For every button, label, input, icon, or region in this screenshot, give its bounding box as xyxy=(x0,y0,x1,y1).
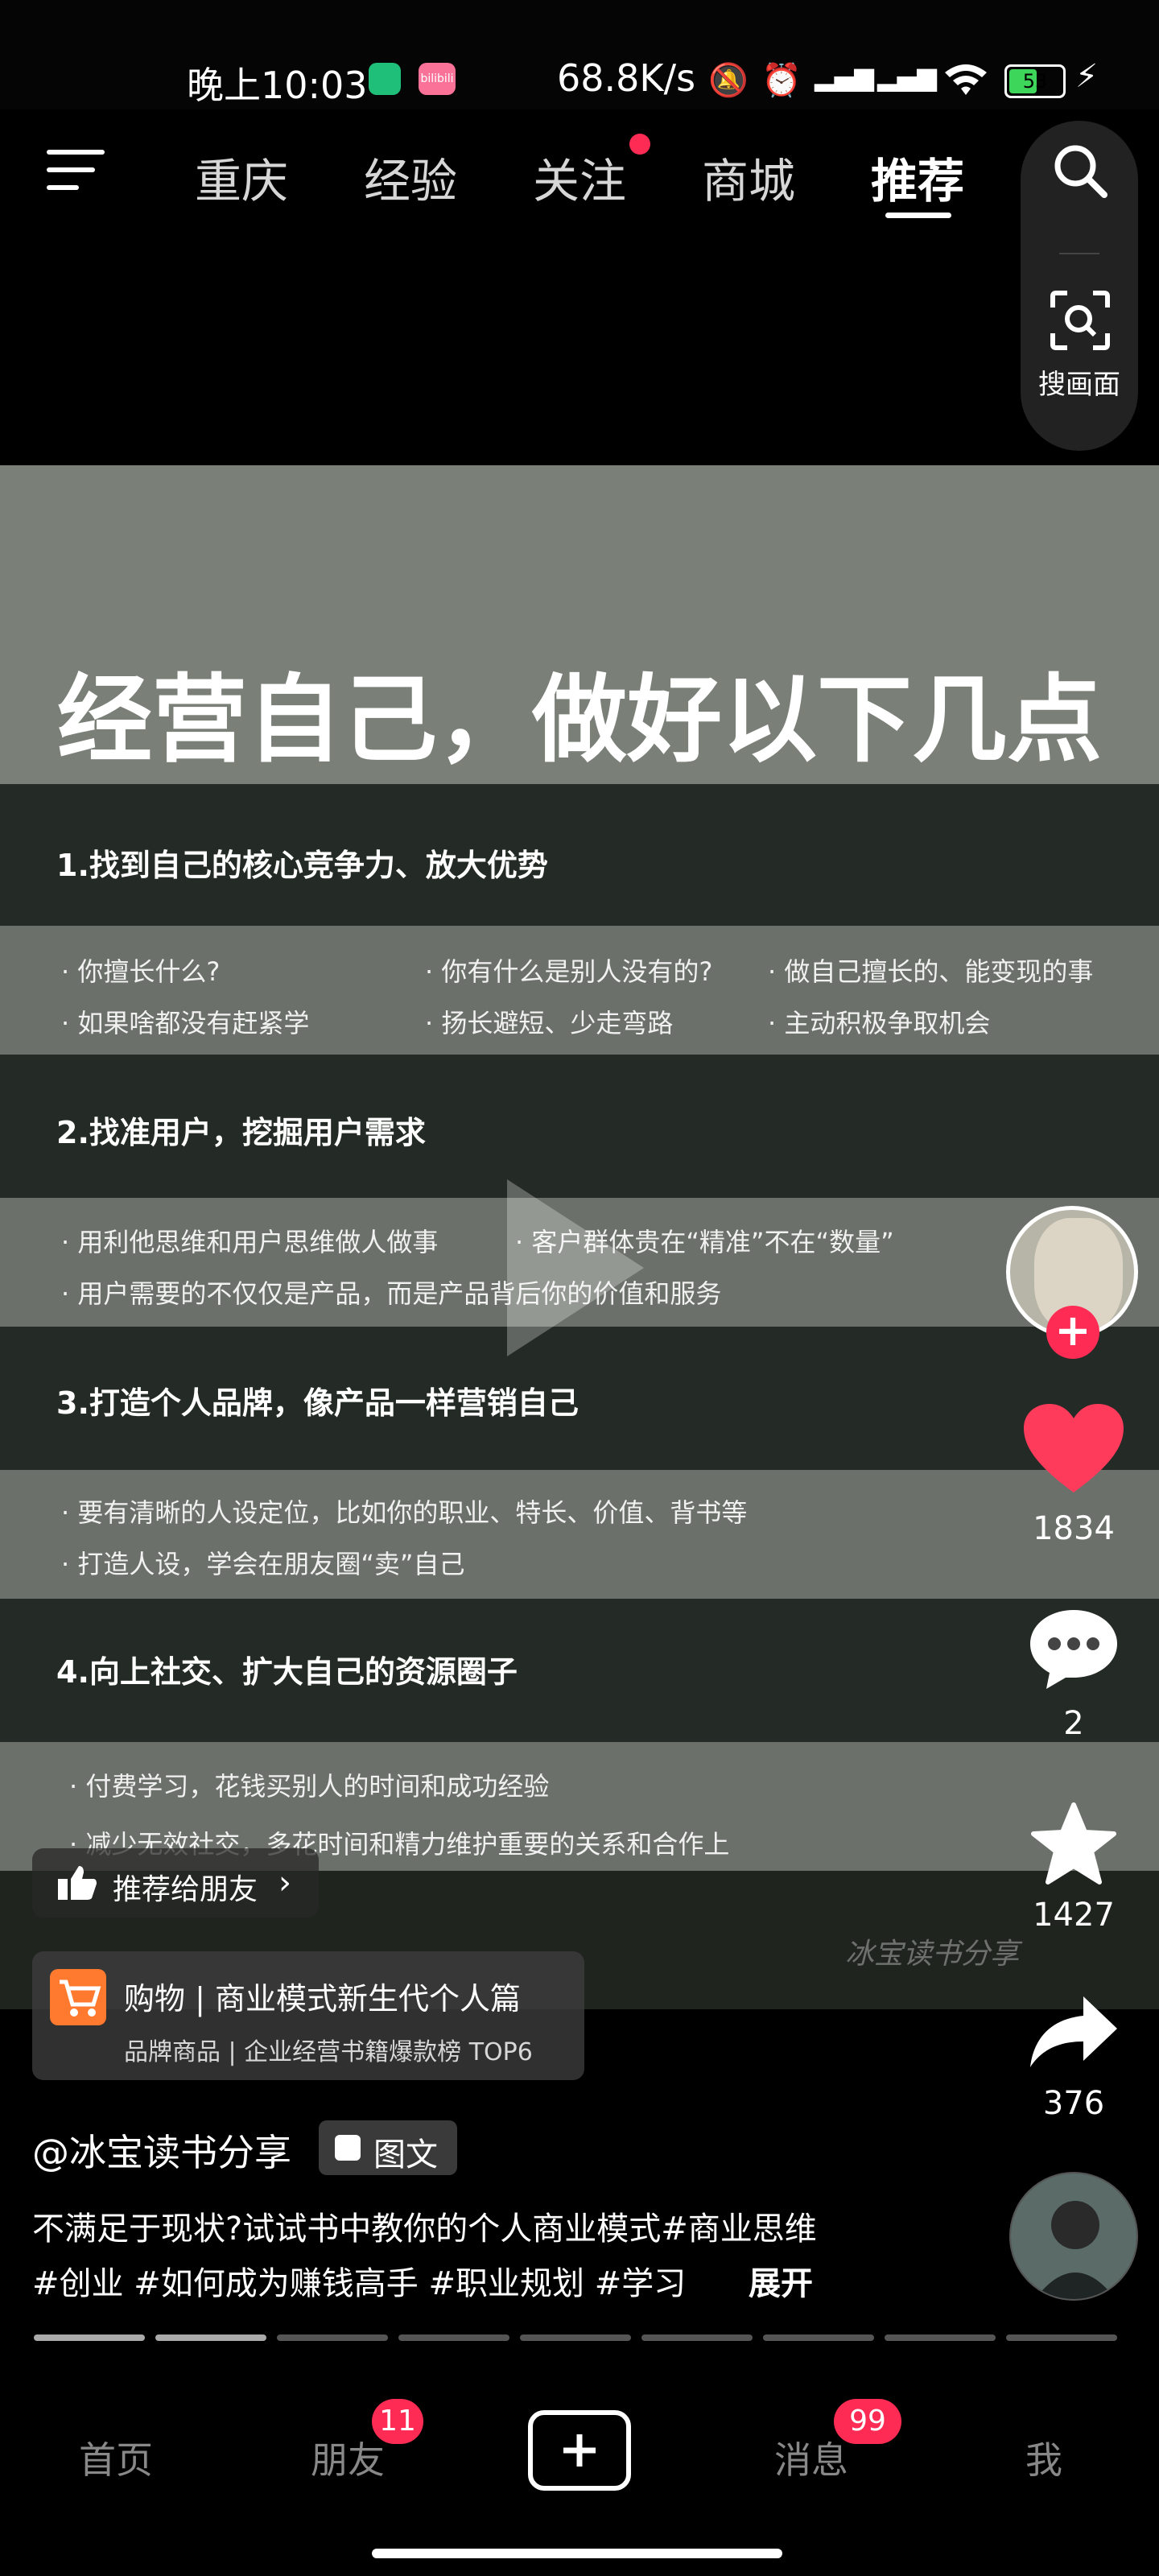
alarm-icon: ⏰ xyxy=(761,62,802,99)
battery-level: 53 xyxy=(1022,70,1048,93)
thumbs-up-icon xyxy=(56,1864,98,1905)
like-icon[interactable] xyxy=(1022,1402,1125,1499)
tab-recommend[interactable]: 推荐 xyxy=(871,143,964,211)
recommend-label: 推荐给朋友 xyxy=(113,1873,258,1906)
nav-messages[interactable]: 消息 xyxy=(774,2431,848,2484)
progress-segment xyxy=(641,2334,753,2341)
comment-icon[interactable] xyxy=(1027,1607,1120,1695)
home-indicator xyxy=(372,2549,782,2558)
bullet-text: · 打造人设，学会在朋友圈“卖”自己 xyxy=(61,1549,465,1579)
caption-line-1[interactable]: 不满足于现状?试试书中教你的个人商业模式#商业思维 xyxy=(32,2202,817,2249)
bottom-nav: 首页 朋友 11 消息 99 我 xyxy=(0,2383,1159,2576)
shopping-cart-icon xyxy=(50,1969,106,2025)
recommend-to-friend-button[interactable]: 推荐给朋友 › xyxy=(32,1848,319,1918)
status-bar: 晚上10:03 bilibili 68.8K/s 🔕 ⏰ ▂▄▆ ▂▄▆ 53 … xyxy=(0,0,1159,109)
section-heading: 3.打造个人品牌，像产品一样营销自己 xyxy=(56,1385,579,1421)
play-icon[interactable] xyxy=(507,1179,644,1356)
mute-icon: 🔕 xyxy=(708,62,749,99)
progress-segment xyxy=(34,2334,145,2341)
following-notification-dot xyxy=(629,134,650,155)
menu-icon[interactable] xyxy=(47,150,108,190)
progress-segment xyxy=(277,2334,388,2341)
post-watermark: 冰宝读书分享 xyxy=(845,1938,1020,1971)
scan-image-label[interactable]: 搜画面 xyxy=(1021,362,1138,402)
bullet-text: · 你擅长什么? xyxy=(61,956,221,987)
shop-card[interactable]: 购物 | 商业模式新生代个人篇 品牌商品 | 企业经营书籍爆款榜 TOP6 xyxy=(32,1951,584,2080)
bilibili-icon: bilibili xyxy=(419,63,456,95)
shop-subtitle: 品牌商品 | 企业经营书籍爆款榜 TOP6 xyxy=(124,2038,533,2066)
share-icon[interactable] xyxy=(1027,1993,1120,2074)
signal-1-icon: ▂▄▆ xyxy=(815,61,874,92)
bullet-text: · 付费学习，花钱买别人的时间和成功经验 xyxy=(69,1771,550,1802)
friends-badge: 11 xyxy=(372,2399,423,2444)
post-title: 经营自己，做好以下几点 xyxy=(56,664,1102,775)
network-speed: 68.8K/s xyxy=(557,56,696,100)
bullet-text: · 用利他思维和用户思维做人做事 xyxy=(61,1227,439,1257)
nav-home[interactable]: 首页 xyxy=(79,2431,153,2484)
bullet-text: · 如果啥都没有赶紧学 xyxy=(61,1008,310,1038)
section-heading: 4.向上社交、扩大自己的资源圈子 xyxy=(56,1654,518,1690)
progress-segment xyxy=(398,2334,509,2341)
wifi-icon xyxy=(943,61,988,105)
follow-button[interactable]: + xyxy=(1046,1306,1099,1359)
bullet-text: · 要有清晰的人设定位，比如你的职业、特长、价值、背书等 xyxy=(61,1497,748,1528)
nav-me[interactable]: 我 xyxy=(1025,2431,1062,2484)
bullet-text: · 你有什么是别人没有的? xyxy=(425,956,713,987)
favorite-count: 1427 xyxy=(1033,1897,1115,1934)
tab-following[interactable]: 关注 xyxy=(533,143,626,211)
expand-caption-button[interactable]: 展开 xyxy=(749,2257,813,2304)
bullet-text: · 主动积极争取机会 xyxy=(768,1008,991,1038)
signal-2-icon: ▂▄▆ xyxy=(877,61,937,92)
post-type-badge: 图文 xyxy=(319,2120,457,2175)
create-post-button[interactable] xyxy=(528,2410,631,2491)
author-name[interactable]: @冰宝读书分享 xyxy=(32,2124,291,2177)
author-music-avatar[interactable] xyxy=(1009,2172,1138,2301)
section-heading: 2.找准用户，挖掘用户需求 xyxy=(56,1115,426,1150)
search-icon[interactable] xyxy=(1051,142,1109,203)
scan-image-icon[interactable] xyxy=(1050,290,1111,354)
tab-chongqing[interactable]: 重庆 xyxy=(195,143,288,211)
progress-segment xyxy=(155,2334,266,2341)
bullet-text: · 做自己擅长的、能变现的事 xyxy=(768,956,1094,987)
comment-count: 2 xyxy=(1063,1705,1084,1742)
charging-icon: ⚡ xyxy=(1075,58,1099,95)
section-heading: 1.找到自己的核心竞争力、放大优势 xyxy=(56,848,548,883)
messages-badge: 99 xyxy=(834,2399,901,2444)
image-text-icon xyxy=(335,2135,361,2161)
share-count: 376 xyxy=(1042,2085,1105,2122)
nav-friends[interactable]: 朋友 xyxy=(311,2431,385,2484)
progress-segment xyxy=(1006,2334,1117,2341)
shop-title: 购物 | 商业模式新生代个人篇 xyxy=(124,1981,521,2017)
chevron-right-icon: › xyxy=(278,1864,291,1901)
progress-segment xyxy=(520,2334,631,2341)
active-tab-indicator xyxy=(885,213,951,218)
status-time: 晚上10:03 xyxy=(187,64,368,107)
tab-mall[interactable]: 商城 xyxy=(702,143,795,211)
like-count: 1834 xyxy=(1033,1510,1115,1547)
top-nav: 重庆 经验 关注 商城 推荐 xyxy=(0,109,1159,230)
battery-icon: 53 xyxy=(1004,64,1066,98)
search-panel: 搜画面 xyxy=(1021,121,1138,451)
bullet-text: · 扬长避短、少走弯路 xyxy=(425,1008,674,1038)
favorite-star-icon[interactable] xyxy=(1029,1802,1119,1892)
caption-line-2[interactable]: #创业 #如何成为赚钱高手 #职业规划 #学习 xyxy=(32,2257,686,2304)
post-type-label: 图文 xyxy=(373,2136,438,2174)
tab-experience[interactable]: 经验 xyxy=(364,143,457,211)
progress-segment xyxy=(885,2334,996,2341)
progress-segment xyxy=(763,2334,874,2341)
vpn-shield-icon xyxy=(369,63,401,95)
